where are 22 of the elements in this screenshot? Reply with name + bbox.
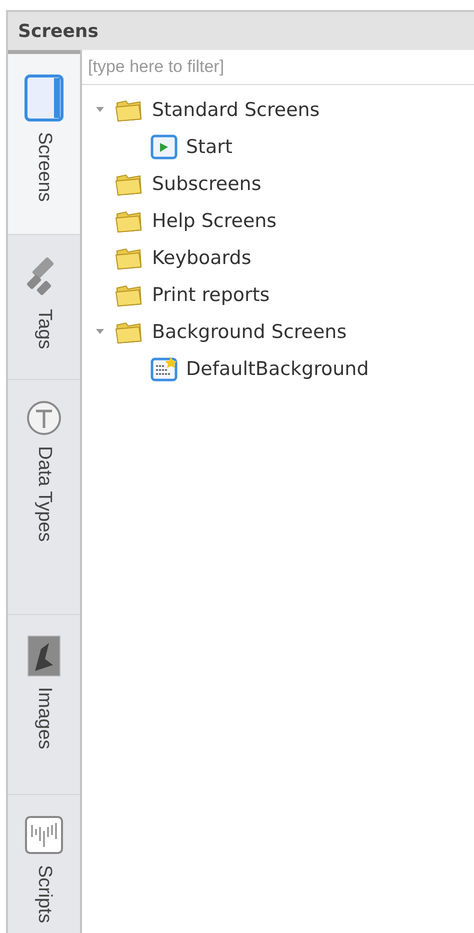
side-tab[interactable]: Tags — [8, 235, 80, 380]
tree-item[interactable]: Standard Screens — [82, 91, 474, 128]
expand-arrow-icon[interactable] — [94, 328, 106, 336]
screen-icon — [150, 134, 178, 160]
tree-item[interactable]: Background Screens — [82, 313, 474, 350]
letter-t-circle-icon — [26, 400, 62, 436]
side-tab[interactable]: Images — [8, 615, 80, 795]
window-icon — [24, 74, 64, 122]
expand-arrow-icon[interactable] — [94, 106, 106, 114]
tree-item[interactable]: Start — [82, 128, 474, 165]
tree-item[interactable]: Print reports — [82, 276, 474, 313]
script-icon — [24, 815, 64, 855]
tree-item[interactable]: Help Screens — [82, 202, 474, 239]
background-screen-icon — [150, 356, 178, 382]
side-tab[interactable]: Screens — [8, 50, 80, 235]
tree-item[interactable]: Keyboards — [82, 239, 474, 276]
panel-title: Screens — [18, 20, 98, 42]
tree-item[interactable]: DefaultBackground — [82, 350, 474, 387]
tree-item[interactable]: Subscreens — [82, 165, 474, 202]
side-tab[interactable]: Data Types — [8, 380, 80, 615]
image-icon — [27, 635, 61, 677]
side-tab[interactable]: Scripts — [8, 795, 80, 933]
